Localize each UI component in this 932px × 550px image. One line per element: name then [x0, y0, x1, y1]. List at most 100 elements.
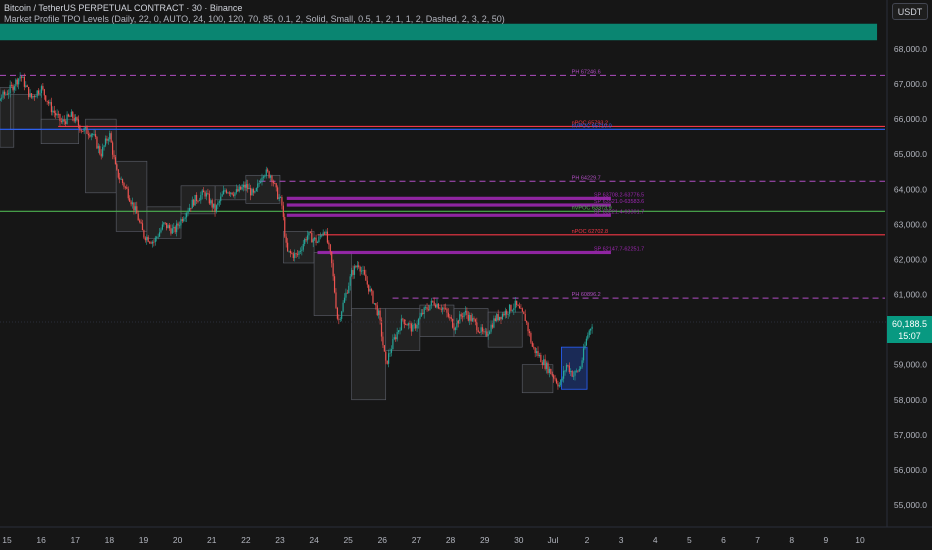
candle-body — [508, 304, 511, 314]
candle-body — [298, 251, 300, 255]
candle-body — [255, 188, 257, 192]
candle-body — [262, 176, 265, 178]
candle-body — [427, 309, 430, 311]
candle-body — [528, 331, 531, 334]
currency-button[interactable]: USDT — [892, 3, 928, 20]
candle-body — [102, 147, 104, 157]
candle-body — [526, 321, 528, 323]
candle-body — [517, 305, 519, 306]
candle-body — [55, 112, 57, 116]
time-tick-label: 23 — [275, 535, 285, 545]
price-tick-label: 62,000.0 — [894, 254, 927, 264]
candle-body — [434, 304, 437, 308]
candle-body — [235, 189, 237, 193]
candle-body — [341, 311, 343, 319]
candle-body — [328, 242, 330, 245]
candle-body — [238, 186, 240, 192]
candle-body — [392, 339, 394, 350]
candle-body — [277, 187, 279, 200]
candle-body — [322, 232, 324, 236]
candle-body — [496, 314, 498, 322]
candle-body — [275, 183, 277, 188]
candle-body — [358, 265, 360, 267]
candle-body — [213, 203, 215, 208]
candle-body — [535, 351, 538, 354]
candle-body — [220, 196, 222, 202]
time-tick-label: 29 — [480, 535, 490, 545]
candle-body — [140, 221, 142, 224]
level-label: PH 60896.2 — [572, 292, 601, 298]
time-tick-label: 21 — [207, 535, 217, 545]
candle-body — [282, 205, 284, 217]
candle-body — [0, 98, 1, 101]
candle-body — [228, 192, 230, 194]
candle-body — [591, 326, 593, 329]
candle-body — [402, 318, 404, 320]
chart-background — [0, 0, 932, 550]
candle-body — [304, 239, 306, 245]
indicator-legend[interactable]: Market Profile TPO Levels (Daily, 22, 0,… — [4, 14, 505, 24]
candle-body — [194, 194, 196, 206]
candle-body — [292, 253, 294, 258]
candle-body — [111, 142, 114, 155]
candle-body — [80, 130, 82, 132]
candle-body — [240, 186, 242, 190]
candle-body — [250, 188, 252, 196]
candle-body — [380, 320, 383, 337]
time-tick-label: 10 — [855, 535, 865, 545]
candle-body — [295, 253, 297, 255]
candle-body — [587, 335, 589, 339]
candle-body — [9, 84, 11, 94]
candle-body — [359, 266, 361, 272]
candle-body — [311, 232, 313, 243]
candle-body — [150, 242, 152, 244]
candle-body — [447, 312, 449, 317]
candle-body — [3, 91, 6, 95]
candle-body — [336, 307, 339, 319]
candle-body — [144, 237, 146, 241]
candle-body — [436, 303, 438, 308]
candle-body — [513, 308, 515, 311]
candle-body — [457, 320, 459, 324]
candle-body — [545, 362, 548, 369]
time-tick-label: 18 — [105, 535, 115, 545]
candle-body — [518, 305, 521, 309]
candle-body — [540, 354, 542, 363]
candle-body — [259, 182, 262, 183]
candle-body — [464, 310, 467, 313]
candle-body — [291, 252, 293, 254]
candle-body — [557, 383, 559, 387]
candle-body — [63, 119, 65, 122]
candle-body — [572, 375, 575, 377]
candle-body — [491, 324, 494, 328]
last-price-tag: 60,188.5 15:07 — [887, 316, 932, 343]
candle-body — [164, 222, 166, 224]
level-label: nPOC 62702.8 — [572, 229, 608, 235]
candle-body — [305, 239, 307, 241]
candle-body — [67, 114, 70, 117]
candle-body — [533, 346, 535, 348]
candle-body — [561, 378, 563, 380]
single-print-band — [317, 250, 611, 255]
level-label: SP 62147.7-62251.7 — [594, 246, 644, 252]
candle-body — [247, 184, 249, 190]
candle-body — [316, 242, 319, 243]
candle-body — [66, 114, 68, 124]
candle-body — [575, 370, 578, 372]
candle-body — [425, 307, 427, 309]
candle-body — [523, 311, 525, 315]
candle-body — [181, 219, 183, 222]
chart[interactable]: PH 67246.6nPOC 65793.2nVPOC 65710.0PH 64… — [0, 0, 932, 550]
candle-body — [432, 300, 434, 302]
candle-body — [100, 153, 102, 157]
candle-body — [355, 266, 357, 268]
candle-body — [79, 125, 81, 131]
candle-body — [83, 128, 85, 132]
candle-body — [399, 330, 401, 332]
candle-body — [565, 365, 568, 371]
candle-body — [116, 164, 118, 170]
candle-body — [376, 305, 378, 316]
candle-body — [483, 331, 485, 333]
candle-body — [161, 224, 163, 230]
candle-body — [10, 84, 13, 86]
